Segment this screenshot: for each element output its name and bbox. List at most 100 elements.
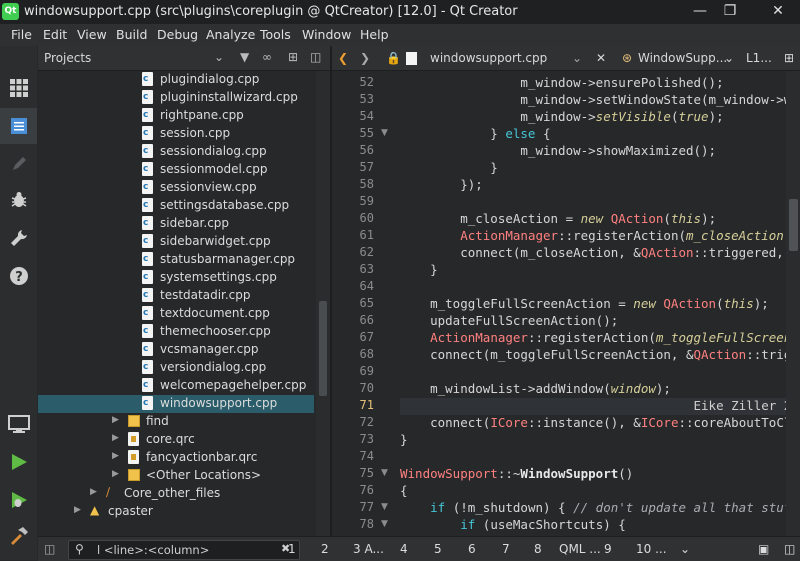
code-line[interactable]: }); [400,177,786,194]
tree-item[interactable]: sessiondialog.cpp [38,143,314,161]
line-number-gutter[interactable]: 52 53 54 55 ▼ 56 57 58 59 60 61 62 63 64 65 66 67 68 69 70 7… [332,71,400,549]
code-text-area[interactable]: m_window->ensurePolished(); m_window->se… [400,71,786,549]
code-line[interactable] [400,364,786,381]
forward-arrow-icon[interactable]: ❯ [360,51,370,65]
pane-10[interactable]: 10 ... [636,542,667,556]
projects-view-selector[interactable]: Projects [44,51,91,65]
chevron-right-icon[interactable]: ▶ [90,487,97,497]
scrollbar-thumb[interactable] [789,199,798,251]
code-line[interactable]: } else { [400,126,786,143]
menu-debug[interactable]: Debug [157,27,198,42]
tree-item[interactable]: sidebarwidget.cpp [38,233,314,251]
close-button[interactable]: ✕ [758,0,798,24]
tree-item[interactable]: ▶ ∕ Core_other_files [38,485,314,503]
tree-item[interactable]: sessionmodel.cpp [38,161,314,179]
code-line[interactable] [400,449,786,466]
pane-5[interactable]: 5 [434,542,442,556]
tree-item[interactable]: vcsmanager.cpp [38,341,314,359]
tree-item[interactable]: ▶ fancyactionbar.qrc [38,449,314,467]
code-line[interactable]: updateFullScreenAction(); [400,313,786,330]
menu-analyze[interactable]: Analyze [206,27,255,42]
tree-scrollbar[interactable] [316,71,330,549]
welcome-mode-button[interactable] [0,70,37,106]
tree-item[interactable]: sessionview.cpp [38,179,314,197]
menu-build[interactable]: Build [116,27,147,42]
tree-item[interactable]: systemsettings.cpp [38,269,314,287]
code-line[interactable]: } [400,432,786,449]
menu-view[interactable]: View [77,27,107,42]
code-line[interactable]: if (useMacShortcuts) { [400,517,786,534]
code-line[interactable]: { [400,483,786,500]
run-button[interactable] [0,444,37,480]
pane-application-output[interactable]: 3 A... [353,542,384,556]
pane-9[interactable]: 9 [604,542,612,556]
code-line[interactable]: m_closeAction = new QAction(this); [400,211,786,228]
help-mode-button[interactable]: ? [0,258,37,294]
chevron-down-icon[interactable]: ⌄ [724,51,734,65]
code-line[interactable]: m_window->setVisible(true); [400,109,786,126]
tree-item[interactable]: textdocument.cpp [38,305,314,323]
line-column-indicator[interactable]: L1... [746,51,772,65]
code-line[interactable] [400,194,786,211]
code-line[interactable]: } [400,262,786,279]
link-icon[interactable]: ∞ [262,50,272,64]
projects-mode-button[interactable] [0,220,37,256]
toggle-output-icon[interactable]: ◫ [784,542,795,556]
tree-item[interactable]: sidebar.cpp [38,215,314,233]
tree-item[interactable]: settingsdatabase.cpp [38,197,314,215]
pane-search-results[interactable]: 2 [321,542,329,556]
chevron-right-icon[interactable]: ▶ [74,505,81,515]
fold-marker-icon[interactable]: ▼ [381,128,388,138]
filter-icon[interactable]: ▼ [240,50,249,64]
fold-marker-icon[interactable]: ▼ [381,502,388,512]
menu-window[interactable]: Window [302,27,351,42]
chevron-down-icon[interactable]: ⌄ [214,50,224,64]
code-line[interactable]: connect(m_toggleFullScreenAction, &QActi… [400,347,786,364]
chevron-right-icon[interactable]: ▶ [112,469,119,479]
fold-marker-icon[interactable]: ▼ [381,468,388,478]
code-line[interactable]: ActionManager::registerAction(m_closeAct… [400,228,786,245]
tree-item[interactable]: welcomepagehelper.cpp [38,377,314,395]
tree-item[interactable]: plugindialog.cpp [38,71,314,89]
editor-vertical-scrollbar[interactable] [786,71,800,549]
tree-item[interactable]: versiondialog.cpp [38,359,314,377]
toggle-sidebar-icon[interactable]: ◫ [44,542,55,556]
code-line[interactable] [400,279,786,296]
locator-input[interactable]: ⚲ l <line>:<column> ✖ [68,540,300,560]
tree-item[interactable]: testdatadir.cpp [38,287,314,305]
design-mode-button[interactable] [0,146,37,182]
chevron-right-icon[interactable]: ▶ [112,451,119,461]
code-line[interactable]: Eike Ziller 2015-06-04 [400,398,786,415]
chevron-right-icon[interactable]: ▶ [112,415,119,425]
chevron-right-icon[interactable]: ▶ [112,433,119,443]
split-icon[interactable]: ⊞ [288,50,298,64]
split-editor-icon[interactable]: ⊞ [784,51,794,65]
code-line[interactable]: m_toggleFullScreenAction = new QAction(t… [400,296,786,313]
open-document-selector[interactable]: windowsupport.cpp [430,51,547,65]
code-line[interactable]: m_windowList->addWindow(window); [400,381,786,398]
scrollbar-thumb[interactable] [319,301,327,396]
pane-compile-output[interactable]: 4 [400,542,408,556]
close-document-icon[interactable]: ✕ [596,51,606,65]
tree-item[interactable]: ▶ find [38,413,314,431]
pane-8[interactable]: 8 [534,542,542,556]
code-line[interactable]: m_window->showMaximized(); [400,143,786,160]
pane-6[interactable]: 6 [468,542,476,556]
code-line[interactable]: WindowSupport::~WindowSupport() [400,466,786,483]
pane-issues[interactable]: 1 [288,542,296,556]
edit-mode-button[interactable] [0,108,37,144]
symbol-selector[interactable]: WindowSupp... [638,51,727,65]
tree-item[interactable]: ▶ core.qrc [38,431,314,449]
code-line[interactable]: if (!m_shutdown) { // don't update all t… [400,500,786,517]
menu-file[interactable]: File [11,27,32,42]
build-button[interactable] [0,518,37,554]
menu-help[interactable]: Help [360,27,389,42]
debug-run-button[interactable] [0,482,37,518]
tree-item[interactable]: rightpane.cpp [38,107,314,125]
close-pane-icon[interactable]: ◫ [310,50,321,64]
maximize-button[interactable]: ❐ [710,0,750,24]
code-line[interactable]: m_window->ensurePolished(); [400,75,786,92]
tree-item[interactable]: ▶ <Other Locations> [38,467,314,485]
pane-7[interactable]: 7 [502,542,510,556]
pane-qml[interactable]: QML ... [559,542,601,556]
